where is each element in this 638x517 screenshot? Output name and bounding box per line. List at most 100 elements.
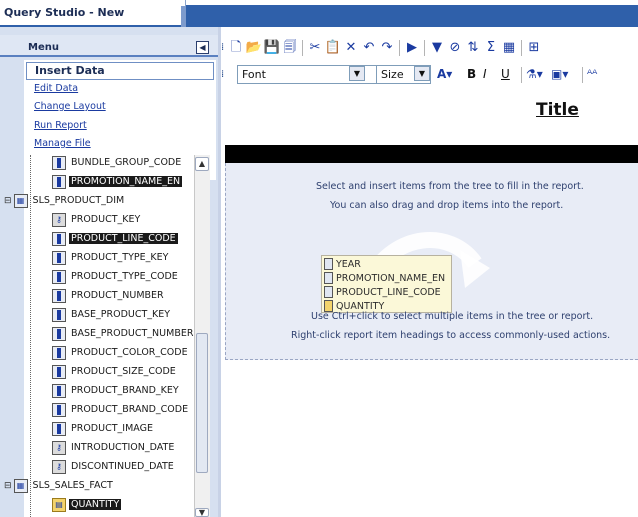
chevron-down-icon: ▼ [418, 69, 426, 78]
tree-item[interactable]: PRODUCT_NUMBER [52, 287, 166, 304]
tree-item-label: INTRODUCTION_DATE [71, 442, 175, 453]
panel-splitter[interactable] [218, 27, 221, 517]
border-icon[interactable]: ▣▾ [551, 66, 568, 83]
query-studio-window: Query Studio - New Menu ◀ Insert Data Ed… [0, 0, 638, 517]
key-icon: ⚷ [52, 440, 66, 455]
tree-item[interactable]: ⚷ PRODUCT_KEY [52, 211, 142, 228]
scroll-up-button[interactable]: ▲ [195, 157, 209, 171]
instruction-text: Right-click report item headings to acce… [291, 330, 611, 341]
underline-button[interactable]: U [501, 66, 510, 83]
tree-item-label: BASE_PRODUCT_NUMBER [71, 328, 194, 339]
tree-item[interactable]: PRODUCT_TYPE_KEY [52, 249, 170, 266]
tree-item[interactable]: PRODUCT_IMAGE [52, 420, 155, 437]
paste-icon[interactable]: 📋 [324, 39, 342, 57]
save-icon[interactable]: 💾 [263, 39, 281, 57]
app-title: Query Studio - New [4, 6, 125, 19]
tree-item-label: PRODUCT_TYPE_CODE [71, 271, 178, 282]
tree-folder[interactable]: ⊟ ▦ SLS_SALES_FACT [4, 477, 115, 494]
toolbar-separator [582, 67, 583, 83]
size-dropdown-button[interactable]: ▼ [414, 66, 430, 81]
fill-color-icon[interactable]: ⚗▾ [526, 66, 543, 83]
chevron-down-icon: ▼ [198, 508, 206, 517]
italic-button[interactable]: I [483, 66, 487, 83]
column-icon [52, 250, 66, 265]
tree-item[interactable]: PRODUCT_LINE_CODE [52, 230, 178, 247]
tree-item[interactable]: PRODUCT_BRAND_KEY [52, 382, 181, 399]
tree-item[interactable]: PRODUCT_BRAND_CODE [52, 401, 190, 418]
tree-item[interactable]: BUNDLE_GROUP_CODE [52, 154, 183, 171]
tree-item[interactable]: ⚷ INTRODUCTION_DATE [52, 439, 176, 456]
toolbar-separator [424, 40, 425, 56]
tree-item[interactable]: PROMOTION_NAME_EN [52, 173, 183, 190]
open-icon[interactable]: 📂 [245, 39, 263, 57]
collapse-menu-button[interactable]: ◀ [196, 41, 209, 54]
drag-preview-item: PRODUCT_LINE_CODE [324, 285, 441, 299]
collapse-node-icon[interactable]: ⊟ [4, 481, 12, 491]
group-icon[interactable]: ⊞ [525, 39, 543, 57]
column-bar [57, 309, 61, 320]
scroll-down-button[interactable]: ▼ [195, 508, 209, 517]
collapse-node-icon[interactable]: ⊟ [4, 196, 12, 206]
column-bar [57, 233, 61, 244]
tree-item-label: PRODUCT_SIZE_CODE [71, 366, 176, 377]
suppress-icon[interactable]: ⊘ [446, 39, 464, 57]
tree-item[interactable]: PRODUCT_COLOR_CODE [52, 344, 190, 361]
font-dropdown-button[interactable]: ▼ [349, 66, 365, 81]
toolbar-separator [302, 40, 303, 56]
redo-icon[interactable]: ↷ [378, 39, 396, 57]
column-bar [57, 176, 61, 187]
font-color-icon[interactable]: A▾ [437, 66, 452, 83]
tree-folder[interactable]: ⊟ ▦ SLS_PRODUCT_DIM [4, 192, 126, 209]
chevron-down-icon: ▼ [353, 69, 361, 78]
cut-icon[interactable]: ✂ [306, 39, 324, 57]
menu-item-edit-data[interactable]: Edit Data [34, 83, 78, 94]
report-title[interactable]: Title [536, 100, 579, 120]
column-icon [52, 326, 66, 341]
undo-icon[interactable]: ↶ [360, 39, 378, 57]
tree-item[interactable]: PRODUCT_TYPE_CODE [52, 268, 180, 285]
chevron-up-icon: ▲ [198, 159, 206, 168]
column-icon [52, 364, 66, 379]
drag-preview: YEAR PROMOTION_NAME_EN PRODUCT_LINE_CODE… [321, 255, 452, 313]
instruction-text: You can also drag and drop items into th… [330, 200, 564, 211]
column-icon [52, 383, 66, 398]
menu-item-insert-data[interactable]: Insert Data [26, 62, 214, 80]
tree-item[interactable]: ⚷ DISCONTINUED_DATE [52, 458, 176, 475]
key-icon: ⚷ [52, 459, 66, 474]
tree-item-label: SLS_PRODUCT_DIM [32, 195, 125, 206]
tree-item-label: PROMOTION_NAME_EN [69, 176, 183, 187]
chart-icon[interactable]: ▦ [500, 39, 518, 57]
menu-item-manage-file[interactable]: Manage File [34, 138, 91, 149]
bold-button[interactable]: B [467, 66, 476, 83]
tree-item[interactable]: PRODUCT_SIZE_CODE [52, 363, 178, 380]
table-icon: ▦ [13, 193, 28, 208]
instruction-text: Select and insert items from the tree to… [316, 181, 584, 192]
filter-icon[interactable]: ▼ [428, 39, 446, 57]
column-icon [52, 421, 66, 436]
delete-icon[interactable]: ✕ [342, 39, 360, 57]
new-icon[interactable]: 🗋 [227, 39, 245, 57]
tree-item-label: PRODUCT_TYPE_KEY [71, 252, 169, 263]
title-bar: Query Studio - New [0, 0, 638, 27]
summarize-icon[interactable]: Σ [482, 39, 500, 57]
text-style-icon[interactable]: ᴬᴬ [587, 66, 597, 83]
sort-icon[interactable]: ⇅ [464, 39, 482, 57]
run-icon[interactable]: ▶ [403, 39, 421, 57]
toolbar-grip-icon[interactable]: ⁞ [221, 66, 227, 84]
column-bar [57, 328, 61, 339]
tree-item-label: PRODUCT_BRAND_KEY [71, 385, 179, 396]
column-icon [52, 174, 66, 189]
tree-item-label: PRODUCT_IMAGE [71, 423, 153, 434]
save-as-icon[interactable]: 🗐 [281, 39, 299, 57]
menu-item-run-report[interactable]: Run Report [34, 120, 87, 131]
measure-icon: ▤ [52, 497, 66, 512]
tree-item[interactable]: BASE_PRODUCT_KEY [52, 306, 172, 323]
column-icon [52, 288, 66, 303]
tree-item[interactable]: ▤ QUANTITY [52, 496, 122, 513]
style-toolbar: ⁞ Font ▼ Size ▼ A▾ B I U ⚗▾ ▣▾ ᴬᴬ [221, 64, 638, 86]
column-bar [57, 157, 61, 168]
scroll-thumb[interactable] [196, 333, 208, 473]
tree-item[interactable]: BASE_PRODUCT_NUMBER [52, 325, 195, 342]
chevron-left-icon: ◀ [199, 43, 206, 52]
menu-item-change-layout[interactable]: Change Layout [34, 101, 106, 112]
